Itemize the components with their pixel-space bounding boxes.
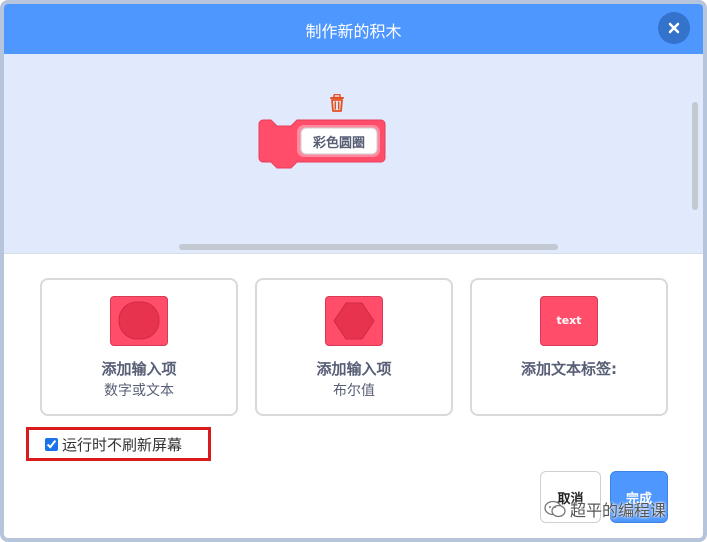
option-title: 添加输入项	[101, 360, 177, 378]
block-preview-workspace: 彩色圆圈	[4, 54, 703, 254]
option-title: 添加输入项	[316, 360, 392, 378]
option-subtitle: 数字或文本	[104, 383, 174, 399]
option-subtitle: 布尔值	[333, 383, 375, 399]
option-title: 添加文本标签:	[521, 360, 617, 378]
dialog-title: 制作新的积木	[305, 22, 402, 41]
vertical-scrollbar[interactable]	[692, 102, 698, 210]
add-text-label-button[interactable]: text 添加文本标签:	[470, 278, 668, 416]
text-label-icon-text: text	[556, 314, 582, 327]
close-button[interactable]	[658, 12, 690, 44]
horizontal-scrollbar[interactable]	[179, 244, 558, 250]
custom-block-define[interactable]: 彩色圆圈	[255, 116, 389, 176]
close-icon	[668, 22, 680, 34]
run-without-refresh-checkbox[interactable]	[45, 437, 58, 451]
dialog-header: 制作新的积木	[4, 4, 703, 54]
chat-bubble-icon	[544, 500, 566, 518]
add-number-text-input-button[interactable]: 添加输入项 数字或文本	[40, 278, 238, 416]
text-label-icon: text	[540, 296, 598, 346]
watermark: 超平的编程课	[544, 497, 666, 521]
rounded-input-icon	[110, 296, 168, 346]
trash-icon[interactable]	[329, 94, 345, 112]
hexagon-input-icon	[325, 296, 383, 346]
run-without-refresh-option[interactable]: 运行时不刷新屏幕	[26, 427, 211, 461]
add-boolean-input-button[interactable]: 添加输入项 布尔值	[255, 278, 453, 416]
run-without-refresh-label: 运行时不刷新屏幕	[62, 435, 183, 454]
block-name-input[interactable]: 彩色圆圈	[299, 126, 379, 156]
make-block-dialog: 制作新的积木 彩色圆圈 添加输入项 数字或文本 添加输入项 布尔值 text 添…	[0, 0, 707, 542]
watermark-text: 超平的编程课	[570, 501, 667, 520]
